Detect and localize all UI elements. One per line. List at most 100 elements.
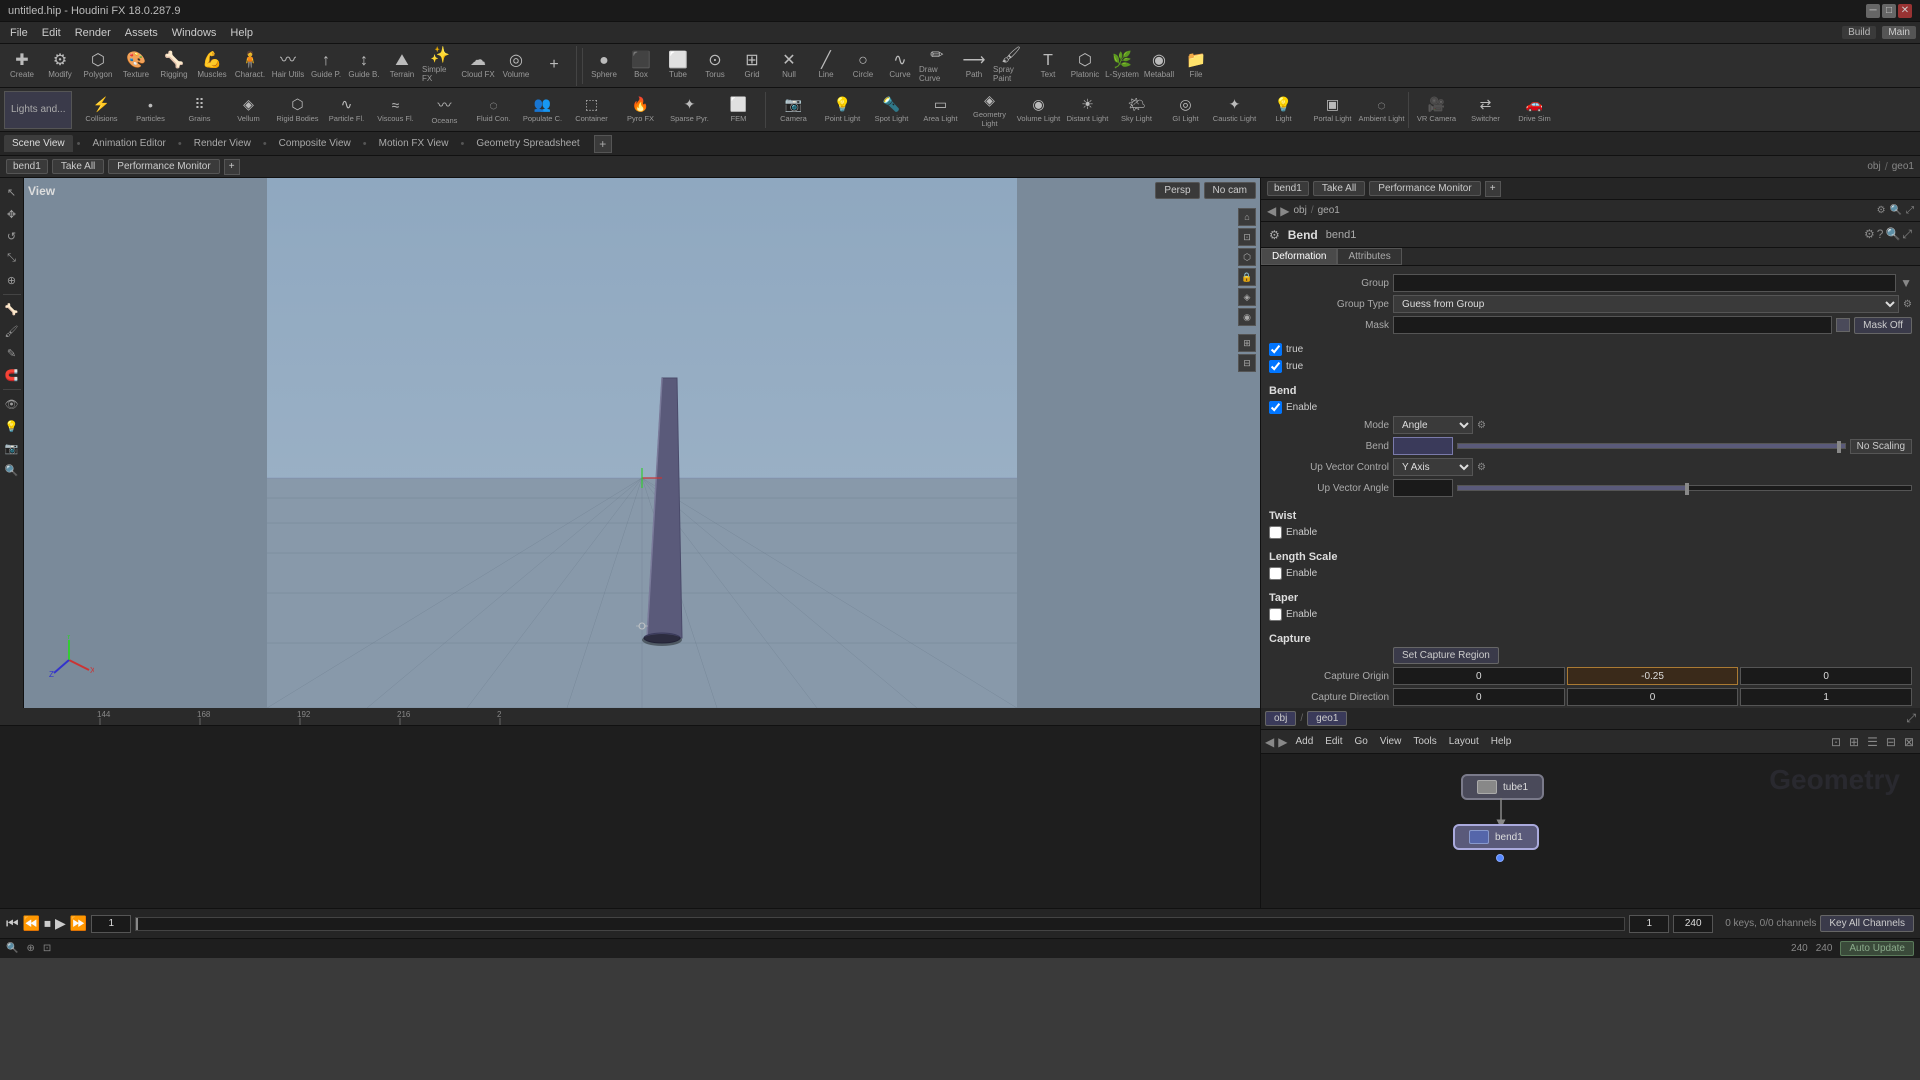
capture-dir-x[interactable] [1393,688,1565,706]
grid-btn[interactable]: ⊞Grid [734,46,770,86]
simple-fx-btn[interactable]: ✨Simple FX [422,46,458,86]
ne-fwd-btn[interactable]: ▶ [1278,735,1287,749]
taper-enable-check[interactable] [1269,608,1282,621]
play-btn[interactable]: ▶ [55,915,66,932]
snap-toggle-btn[interactable]: ⊞ [1238,334,1256,352]
fem-btn[interactable]: ⬜FEM [714,90,762,130]
frame-btn[interactable]: ⊡ [1238,228,1256,246]
rigid-bodies-btn[interactable]: ⬡Rigid Bodies [273,90,321,130]
nav-fwd-btn[interactable]: ▶ [1280,204,1289,218]
persp-btn[interactable]: ⬡ [1238,248,1256,266]
right-panel-bend1[interactable]: bend1 [1267,181,1309,196]
point-light-btn[interactable]: 💡Point Light [818,90,866,130]
geometry-light-btn[interactable]: ◈Geometry Light [965,90,1013,130]
paint-tool[interactable]: 🖌 [2,321,22,341]
container-btn[interactable]: ⬚Container [567,90,615,130]
file-btn[interactable]: 📁File [1178,46,1214,86]
platonic-btn[interactable]: ⬡Platonic [1067,46,1103,86]
geo1-nav[interactable]: geo1 [1318,205,1340,216]
ne-icon1[interactable]: ⊡ [1829,735,1843,749]
lights-and-label[interactable]: Lights and... [4,91,72,129]
ne-icon2[interactable]: ⊞ [1847,735,1861,749]
take-all-btn[interactable]: Take All [52,159,104,174]
create-btn[interactable]: ✚Create [4,46,40,86]
portal-light-btn[interactable]: ▣Portal Light [1308,90,1356,130]
light-btn-simple[interactable]: 💡Light [1259,90,1307,130]
limit-deform-check[interactable] [1269,360,1282,373]
fluid-con-btn[interactable]: ◌Fluid Con. [469,90,517,130]
bend1-node[interactable]: bend1 [1453,824,1539,850]
tab-geometry-spreadsheet[interactable]: Geometry Spreadsheet [468,135,587,152]
up-vector-select[interactable]: Y Axis [1393,458,1473,476]
text-btn[interactable]: TText [1030,46,1066,86]
bend-slider[interactable] [1457,443,1846,449]
right-panel-take-all[interactable]: Take All [1313,181,1365,196]
drive-sim-btn[interactable]: 🚗Drive Sim [1510,90,1558,130]
menu-edit[interactable]: Edit [36,25,67,41]
ne-menu-view[interactable]: View [1376,736,1406,747]
mode-select[interactable]: Angle [1393,416,1473,434]
menu-windows[interactable]: Windows [166,25,223,41]
ne-back-btn[interactable]: ◀ [1265,735,1274,749]
cam-lock-btn[interactable]: 🔒 [1238,268,1256,286]
panel-opts-btn[interactable]: ⚙ [1877,205,1886,216]
ne-menu-edit[interactable]: Edit [1321,736,1346,747]
right-panel-perf[interactable]: Performance Monitor [1369,181,1480,196]
curve-btn[interactable]: ∿Curve [882,46,918,86]
close-btn[interactable]: ✕ [1898,4,1912,18]
volume-btn[interactable]: ◎Volume [498,46,534,86]
menu-file[interactable]: File [4,25,34,41]
grains-btn[interactable]: ⠿Grains [175,90,223,130]
sky-light-btn[interactable]: 🌤Sky Light [1112,90,1160,130]
texture-btn[interactable]: 🎨Texture [118,46,154,86]
rotate-tool[interactable]: ↺ [2,226,22,246]
null-btn[interactable]: ✕Null [771,46,807,86]
end-frame-input[interactable]: 240 [1673,915,1713,933]
ne-menu-help[interactable]: Help [1487,736,1516,747]
mask-color-btn[interactable] [1836,318,1850,332]
ne-icon4[interactable]: ⊟ [1884,735,1898,749]
group-dropdown-btn[interactable]: ▼ [1900,276,1912,290]
scale-tool[interactable]: ⤡ [2,248,22,268]
lsystem-btn[interactable]: 🌿L-System [1104,46,1140,86]
group-input[interactable] [1393,274,1896,292]
props-search-btn[interactable]: 🔍 [1885,227,1900,242]
charact-btn[interactable]: 🧍Charact. [232,46,268,86]
ne-menu-layout[interactable]: Layout [1445,736,1483,747]
home-view-btn[interactable]: ⌂ [1238,208,1256,226]
frame-input[interactable]: 1 [91,915,131,933]
enable-deform-check[interactable] [1269,343,1282,356]
lighting-btn[interactable]: ◉ [1238,308,1256,326]
vellum-btn[interactable]: ◈Vellum [224,90,272,130]
length-scale-enable-check[interactable] [1269,567,1282,580]
cloud-fx-btn[interactable]: ☁Cloud FX [460,46,496,86]
view-tool[interactable]: 👁 [2,394,22,414]
nav-back-btn[interactable]: ◀ [1267,204,1276,218]
populate-c-btn[interactable]: 👥Populate C. [518,90,566,130]
snap-tool[interactable]: 🧲 [2,365,22,385]
ne-icon3[interactable]: ☰ [1865,735,1880,749]
tube-btn[interactable]: ⬜Tube [660,46,696,86]
transform-tool[interactable]: ✥ [2,204,22,224]
oceans-btn[interactable]: 〰Oceans [420,90,468,130]
obj-nav[interactable]: obj [1293,205,1306,216]
status-icon1[interactable]: 🔍 [6,943,18,954]
distant-light-btn[interactable]: ☀Distant Light [1063,90,1111,130]
draw-curve-btn[interactable]: ✏Draw Curve [919,46,955,86]
select-tool[interactable]: ↖ [2,182,22,202]
tab-deformation[interactable]: Deformation [1261,248,1337,265]
viscous-fl-btn[interactable]: ≈Viscous Fl. [371,90,419,130]
modify-btn[interactable]: ⚙Modify [42,46,78,86]
tab-composite-view[interactable]: Composite View [271,135,359,152]
capture-origin-y[interactable] [1567,667,1739,685]
up-vector-angle-slider[interactable] [1457,485,1912,491]
capture-dir-y[interactable] [1567,688,1739,706]
cam-view-tool[interactable]: 📷 [2,438,22,458]
menu-render[interactable]: Render [69,25,117,41]
guide-b-btn[interactable]: ↕Guide B. [346,46,382,86]
cam-btn[interactable]: No cam [1204,182,1256,199]
mask-input[interactable] [1393,316,1832,334]
capture-dir-z[interactable] [1740,688,1912,706]
props-gear-btn[interactable]: ⚙ [1864,227,1875,242]
hair-utils-btn[interactable]: 〰Hair Utils [270,46,306,86]
